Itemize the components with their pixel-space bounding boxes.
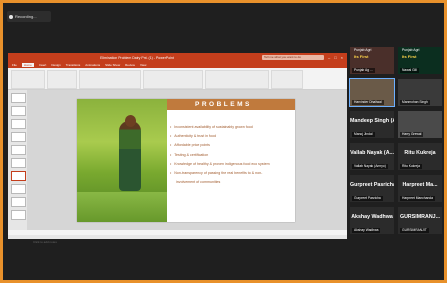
participant-big-name: Harpreet Ma... [402,182,438,188]
record-dot-icon [9,14,13,19]
participant-tile[interactable]: Manmohan Singh [398,79,442,106]
participant-big-name: Vallab Nayak (A... [350,150,394,156]
ribbon-group-paragraph[interactable] [143,70,203,89]
tab-view[interactable]: View [140,63,146,67]
tab-transitions[interactable]: Transitions [66,63,81,67]
powerpoint-window: Elimination Problem Dairy Pnt. (1) - Pow… [8,53,347,244]
bullet-list: Inconsistent availability of sustainably… [170,125,270,189]
slide-thumbnail[interactable] [11,197,26,207]
participant-tile[interactable]: Harpreet Ma... Harpreet Manchanda [398,175,442,202]
participant-tile[interactable]: Punjab Agri Its First Punjab Ag ... [350,47,394,74]
participant-name: Gurpreet Pasricha [352,196,383,201]
ribbon-group-drawing[interactable] [205,70,269,89]
slide-thumbnail-selected[interactable] [11,171,26,181]
ppt-titlebar: Elimination Problem Dairy Pnt. (1) - Pow… [8,53,347,62]
bullet-item: Authenticity & trust in food [170,134,270,138]
participant-name: Akshay Wadhwa [352,228,381,233]
participant-name: Harpreet Manchanda [400,196,435,201]
slide-thumbnail[interactable] [11,158,26,168]
tab-slideshow[interactable]: Slide Show [105,63,120,67]
maximize-icon[interactable]: □ [334,55,336,60]
slide-thumbnails [8,90,28,230]
notes-placeholder: Click to add notes [33,240,57,244]
paddy-water [77,192,167,222]
slide-thumbnail[interactable] [11,119,26,129]
ppt-search[interactable]: Tell me what you want to do [262,55,324,60]
tab-animations[interactable]: Animations [85,63,100,67]
minimize-icon[interactable]: – [328,55,330,60]
recording-label: Recording... [15,14,37,19]
participant-name: Vallab Nayak (Amryo) [352,164,388,169]
participant-big-name: Mandeep Singh (Amrit) [350,118,394,124]
slide-thumbnail[interactable] [11,184,26,194]
slide-thumbnail[interactable] [11,210,26,220]
slide-canvas: PROBLEMS Inconsistent availability of su… [27,90,347,230]
participant-big-name: Ritu Kukreja [404,150,436,156]
slide[interactable]: PROBLEMS Inconsistent availability of su… [77,99,295,222]
tab-home[interactable]: Home [21,63,34,67]
participant-tile[interactable]: Harry Grewal [398,111,442,138]
participant-name: Nawal Gill [400,68,419,73]
slide-thumbnail[interactable] [11,145,26,155]
bullet-item: Knowledge of healthy & proven indigenous… [170,162,269,166]
ribbon-group-editing[interactable] [271,70,303,89]
farmer-face [125,115,136,127]
participant-tile[interactable]: GURSIMRANJ... GURSIMRANJIT [398,207,442,234]
brand-tagline: Its First [354,54,369,59]
recording-indicator: Recording... [7,11,51,22]
tab-insert[interactable]: Insert [39,63,47,67]
bullet-item: Affordable price points [170,143,270,147]
rice-field-photo [77,99,167,222]
meeting-frame: Recording... Elimination Problem Dairy P… [0,0,447,283]
bullet-continuation: involvement of communities [176,180,221,185]
brand-text: Punjab Agri [354,48,372,52]
slide-thumbnail[interactable] [11,106,26,116]
slide-thumbnail[interactable] [11,93,26,103]
participant-name: Harvinder Dhaliwal [352,100,384,105]
ppt-status-bar [8,235,347,239]
participant-name: Manmohan Singh [400,100,430,105]
participant-tile[interactable]: Mandeep Singh (Amrit) Manoj Jindal [350,111,394,138]
farmer-figure [119,121,141,191]
participant-big-name: Akshay Wadhwa [351,214,393,220]
slide-header-bar: PROBLEMS [167,99,295,110]
tab-design[interactable]: Design [51,63,60,67]
participant-big-name: Gurpreet Pasricha [350,182,394,188]
participant-grid: Punjab Agri Its First Punjab Ag ... Punj… [349,47,444,247]
participant-tile[interactable]: Vallab Nayak (A... Vallab Nayak (Amryo) [350,143,394,170]
ppt-title: Elimination Problem Dairy Pnt. (1) - Pow… [100,55,174,60]
participant-tile[interactable]: Ritu Kukreja Ritu Kukreja [398,143,442,170]
participant-tile[interactable]: Punjab Agri Its First Nawal Gill [398,47,442,74]
ribbon-group-font[interactable] [79,70,141,89]
brand-tagline: Its First [402,54,417,59]
ribbon-group-clipboard[interactable] [11,70,45,89]
participant-name: Ritu Kukreja [400,164,422,169]
ribbon [8,68,347,90]
participant-name: Harry Grewal [400,132,424,137]
bullet-item: Testing & certification [170,153,270,157]
participant-tile-active[interactable]: Harvinder Dhaliwal [349,78,395,107]
bullet-item: Non-transparency of passing the real ben… [170,171,270,175]
participant-tile[interactable]: Akshay Wadhwa Akshay Wadhwa [350,207,394,234]
tab-review[interactable]: Review [125,63,135,67]
slide-thumbnail[interactable] [11,132,26,142]
slide-heading: PROBLEMS [195,101,252,108]
brand-text: Punjab Agri [402,48,420,52]
participant-name: Punjab Ag ... [352,68,375,73]
tab-file[interactable]: File [12,63,17,67]
participant-name: Manoj Jindal [352,132,375,137]
participant-big-name: GURSIMRANJ... [399,214,441,220]
participant-name: GURSIMRANJIT [400,228,429,233]
close-icon[interactable]: × [341,55,343,60]
participant-tile[interactable]: Gurpreet Pasricha Gurpreet Pasricha [350,175,394,202]
bullet-item: Inconsistent availability of sustainably… [170,125,270,129]
ribbon-group-slides[interactable] [47,70,77,89]
